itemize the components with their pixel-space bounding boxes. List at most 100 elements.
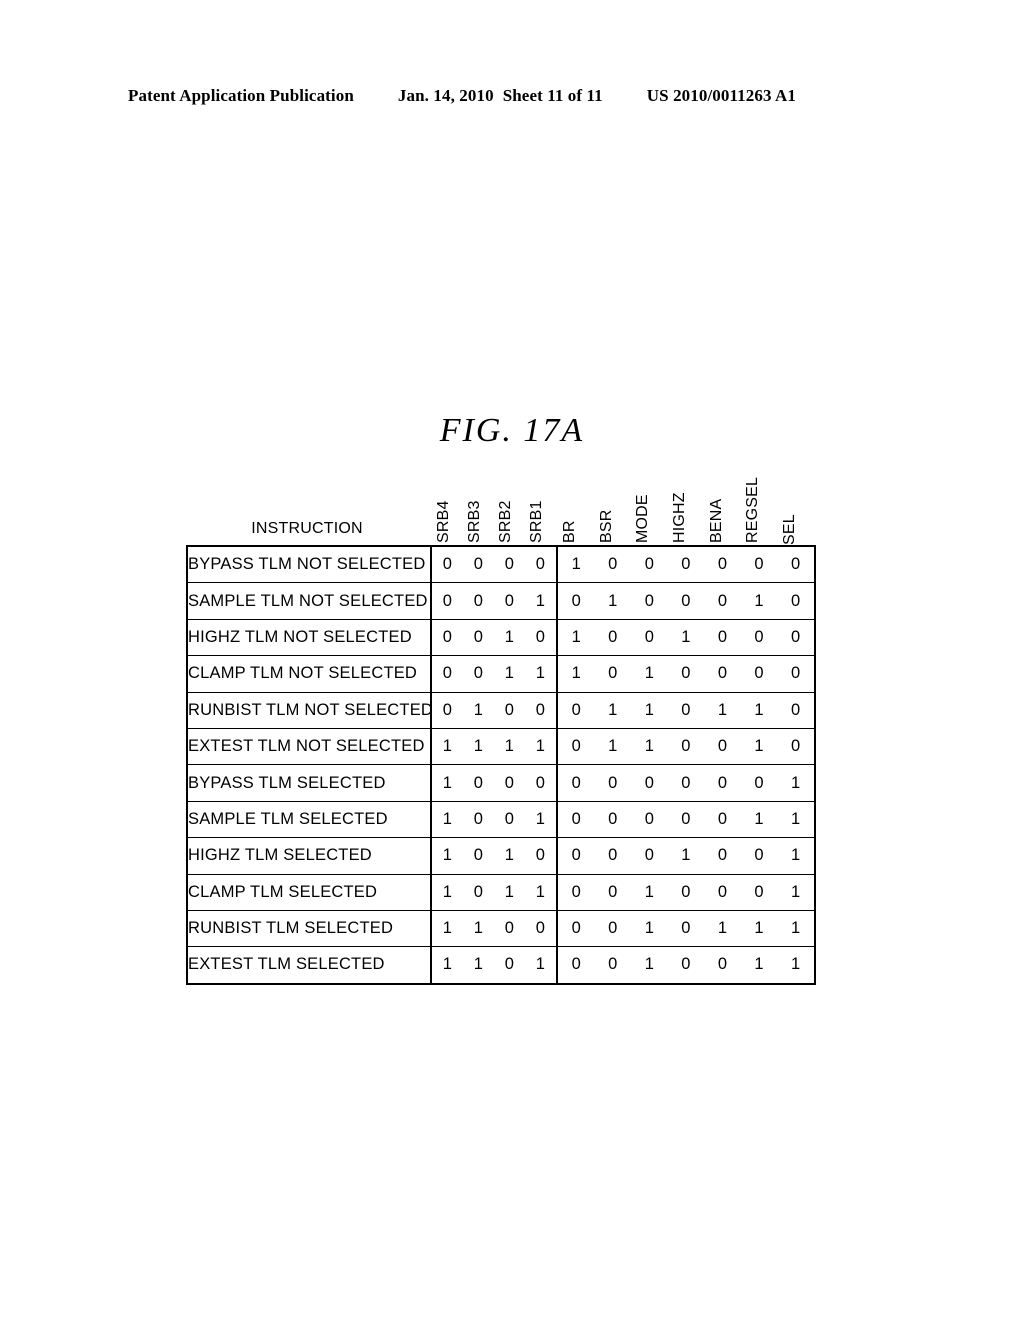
table-row: BYPASS TLM SELECTED 1 0 0 0 0 0 0 0 0 0 1 [187,764,815,802]
bit-cell-sel: 0 [777,582,815,620]
figure-17a: INSTRUCTION SRB4 SRB3 SRB2 SRB1 BR BSR MODE HI… [186,468,816,985]
bit-cell-mode: 1 [631,946,668,984]
bit-cell-bsr: 0 [594,764,632,802]
bit-cell-srb1: 0 [525,909,558,948]
bit-cell-br: 0 [557,764,595,802]
bit-cell-mode: 0 [631,546,668,584]
bit-cell-mode: 0 [631,837,668,875]
bit-cell-srb1: 0 [525,546,558,584]
column-header-label: SRB3 [465,500,483,543]
bit-cell-sel: 1 [777,946,815,984]
bit-cell-mode: 1 [631,655,668,693]
bit-cell-sel: 0 [777,655,815,693]
truth-table-body: BYPASS TLM NOT SELECTED 0 0 0 0 1 0 0 0 0 0 0 SAMPLE… [187,546,815,984]
bit-cell-srb1: 1 [525,800,558,839]
column-header-label: HIGHZ [671,492,689,543]
table-row: EXTEST TLM NOT SELECTED 1 1 1 1 0 1 1 0 0 1 0 [187,727,815,766]
bit-cell-regsel: 1 [740,691,778,729]
column-header-bena: BENA [698,468,735,545]
table-row: HIGHZ TLM NOT SELECTED 0 0 1 0 1 0 0 1 0 0 0 [187,618,815,657]
bit-cell-srb2: 0 [494,800,525,839]
publication-label: Patent Application Publication [128,86,354,105]
bit-cell-srb1: 1 [525,873,558,911]
table-row: CLAMP TLM SELECTED 1 0 1 1 0 0 1 0 0 0 1 [187,873,815,911]
bit-cell-regsel: 0 [740,546,778,584]
bit-cell-bena: 0 [704,618,741,657]
column-header-label: SRB4 [434,500,452,543]
instruction-cell: SAMPLE TLM SELECTED [187,800,432,839]
bit-cell-regsel: 0 [740,655,778,693]
bit-cell-srb4: 1 [431,909,463,948]
bit-cell-highz: 0 [667,691,705,729]
instruction-cell: EXTEST TLM NOT SELECTED [187,727,432,766]
bit-cell-br: 0 [557,727,595,766]
signal-column-header-group: BR BSR MODE HIGHZ BENA REGSEL SEL [552,468,808,545]
table-row: CLAMP TLM NOT SELECTED 0 0 1 1 1 0 1 0 0 0 0 [187,655,815,693]
bit-cell-sel: 1 [777,764,815,802]
bit-cell-regsel: 0 [740,764,778,802]
patent-number: US 2010/0011263 A1 [646,86,796,105]
bit-cell-srb4: 1 [431,873,463,911]
instruction-cell: HIGHZ TLM SELECTED [187,837,432,875]
column-header-label: BR [561,520,579,543]
column-header-sel: SEL [771,468,808,545]
bit-cell-bsr: 0 [594,873,632,911]
bit-cell-br: 0 [557,800,595,839]
column-header-label: SRB1 [527,500,545,543]
bit-cell-srb3: 1 [463,691,494,729]
figure-title: FIG. 17A [439,412,585,449]
bit-cell-mode: 0 [631,582,668,620]
instruction-cell: CLAMP TLM NOT SELECTED [187,655,432,693]
bit-cell-mode: 1 [631,727,668,766]
bit-cell-bsr: 0 [594,800,632,839]
bit-cell-sel: 1 [777,837,815,875]
bit-cell-regsel: 1 [740,800,778,839]
column-header-label: BSR [597,509,615,544]
bit-cell-regsel: 1 [740,582,778,620]
bit-cell-srb2: 1 [494,837,525,875]
bit-cell-bena: 0 [704,546,741,584]
bit-cell-srb4: 1 [431,800,463,839]
bit-cell-srb1: 1 [525,655,558,693]
bit-cell-highz: 1 [667,837,705,875]
bit-cell-bena: 0 [704,727,741,766]
table-row: SAMPLE TLM SELECTED 1 0 0 1 0 0 0 0 0 1 1 [187,800,815,839]
bit-cell-highz: 0 [667,546,705,584]
bit-cell-bena: 0 [704,800,741,839]
table-row: RUNBIST TLM SELECTED 1 1 0 0 0 0 1 0 1 1 1 [187,909,815,948]
bit-cell-mode: 0 [631,764,668,802]
column-header-srb1: SRB1 [521,468,552,545]
column-header-label: SEL [780,514,798,545]
bit-cell-mode: 0 [631,800,668,839]
column-header-mode: MODE [625,468,662,545]
bit-cell-highz: 0 [667,873,705,911]
bit-cell-br: 1 [557,546,595,584]
bit-cell-bsr: 1 [594,582,632,620]
bit-cell-srb2: 1 [494,618,525,657]
bit-cell-sel: 0 [777,618,815,657]
bit-cell-mode: 1 [631,873,668,911]
column-header-regsel: REGSEL [735,468,772,545]
column-header-br: BR [552,468,589,545]
bit-cell-srb2: 0 [494,909,525,948]
column-header-highz: HIGHZ [662,468,699,545]
bit-cell-srb1: 0 [525,764,558,802]
bit-cell-srb2: 1 [494,655,525,693]
bit-cell-br: 0 [557,691,595,729]
bit-cell-sel: 1 [777,873,815,911]
bit-cell-sel: 0 [777,691,815,729]
bit-cell-srb3: 0 [463,873,494,911]
instruction-column-header: INSTRUCTION [251,520,363,537]
instruction-cell: BYPASS TLM NOT SELECTED [187,546,432,584]
bit-cell-bena: 0 [704,764,741,802]
bit-cell-srb4: 1 [431,946,463,984]
sheet-number: Sheet 11 of 11 [502,86,603,105]
bit-cell-highz: 0 [667,582,705,620]
bit-cell-srb2: 1 [494,727,525,766]
bit-cell-highz: 0 [667,909,705,948]
bit-cell-srb4: 1 [431,727,463,766]
bit-cell-highz: 0 [667,727,705,766]
instruction-cell: BYPASS TLM SELECTED [187,764,432,802]
bit-cell-br: 1 [557,655,595,693]
bit-cell-highz: 0 [667,764,705,802]
